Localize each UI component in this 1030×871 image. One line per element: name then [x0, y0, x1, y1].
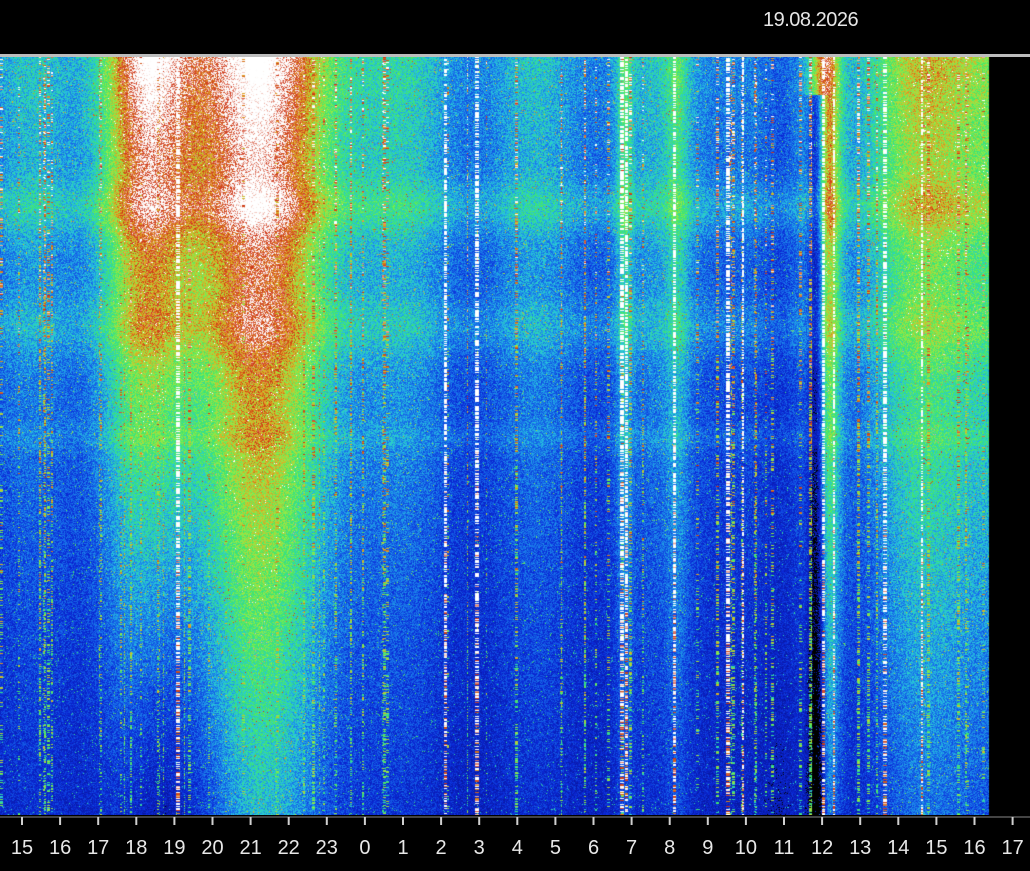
x-tick-label: 18	[125, 837, 147, 859]
x-tick-label: 15	[11, 837, 33, 859]
x-tick-label: 1	[397, 837, 408, 859]
x-tick-label: 3	[474, 837, 485, 859]
x-tick-label: 2	[436, 837, 447, 859]
x-tick-label: 23	[316, 837, 338, 859]
x-tick-label: 21	[239, 837, 261, 859]
x-tick-label: 10	[735, 837, 757, 859]
x-tick-label: 8	[664, 837, 675, 859]
x-tick-label: 7	[626, 837, 637, 859]
x-tick-label: 15	[925, 837, 947, 859]
x-tick-label: 16	[49, 837, 71, 859]
x-axis: 15 16 17 18 19 20 21 22 23 0 1 2 3 4 5 6 7 8 9 10 11 12 13 14 15…	[0, 816, 1030, 859]
x-tick-label: 16	[963, 837, 985, 859]
spectrogram-heatmap	[0, 57, 990, 815]
x-tick-label: 5	[550, 837, 561, 859]
x-tick-label: 19	[163, 837, 185, 859]
x-tick-label: 20	[201, 837, 223, 859]
date-label: 19.08.2026	[763, 9, 859, 31]
x-tick-label: 12	[811, 837, 833, 859]
x-tick-label: 9	[702, 837, 713, 859]
x-tick-label: 14	[887, 837, 909, 859]
x-tick-label: 22	[278, 837, 300, 859]
x-tick-label: 11	[774, 837, 795, 859]
x-tick-label: 4	[512, 837, 523, 859]
x-tick-label: 13	[849, 837, 871, 859]
x-tick-label: 6	[588, 837, 599, 859]
x-tick-label: 17	[87, 837, 109, 859]
x-tick-label: 17	[1001, 837, 1023, 859]
x-tick-label: 0	[359, 837, 370, 859]
